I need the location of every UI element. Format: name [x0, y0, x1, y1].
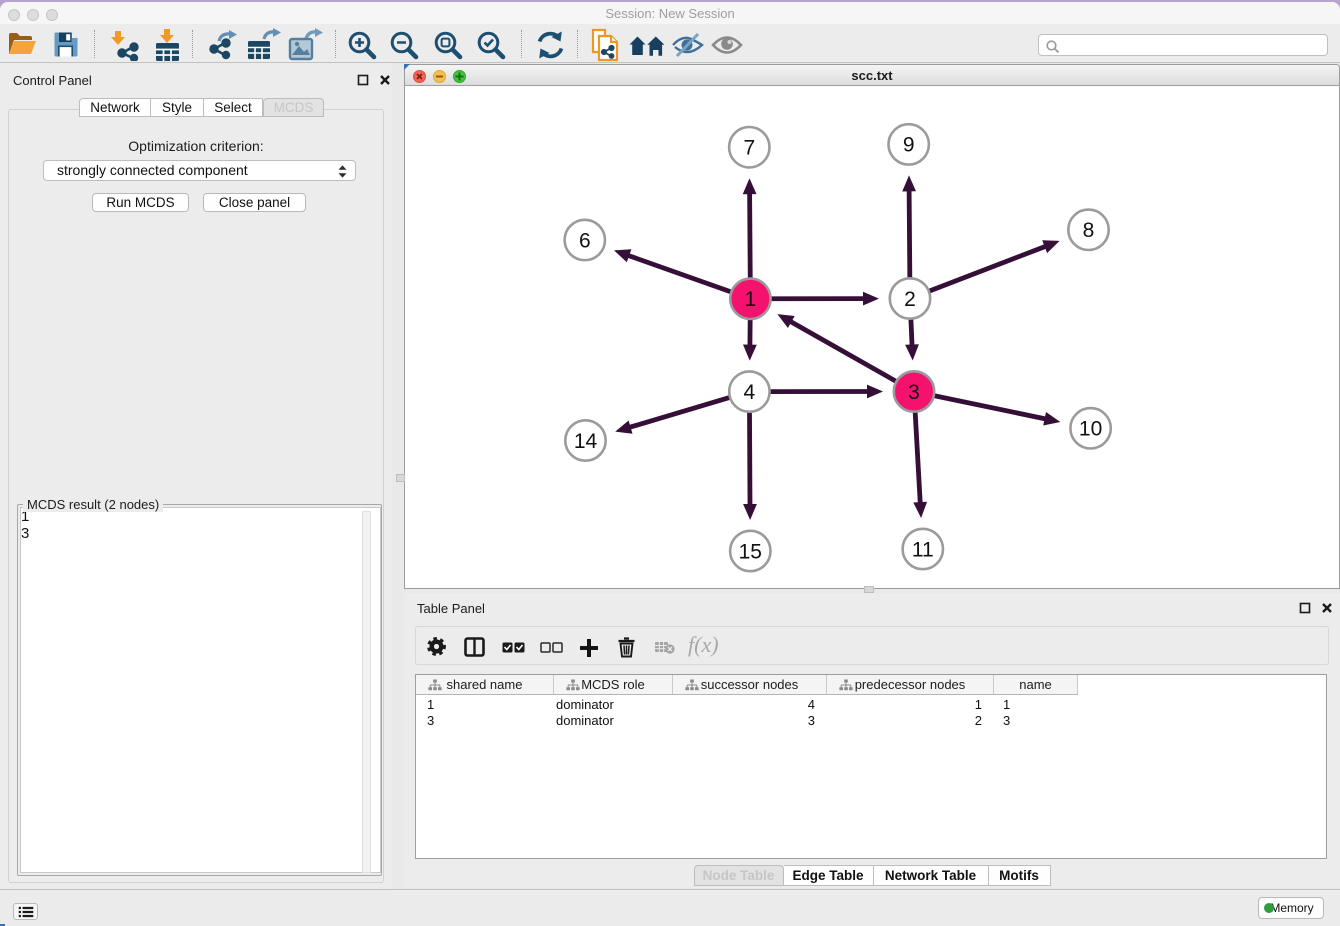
svg-text:7: 7	[743, 137, 755, 160]
svg-text:2: 2	[904, 288, 916, 311]
svg-text:10: 10	[1079, 418, 1102, 441]
svg-text:11: 11	[912, 538, 934, 561]
svg-text:15: 15	[739, 540, 762, 563]
svg-text:3: 3	[908, 381, 920, 404]
svg-text:6: 6	[579, 229, 591, 252]
svg-text:4: 4	[744, 381, 756, 404]
svg-text:1: 1	[745, 288, 757, 311]
svg-text:9: 9	[903, 134, 915, 157]
svg-text:8: 8	[1083, 219, 1095, 242]
svg-text:14: 14	[574, 430, 598, 453]
